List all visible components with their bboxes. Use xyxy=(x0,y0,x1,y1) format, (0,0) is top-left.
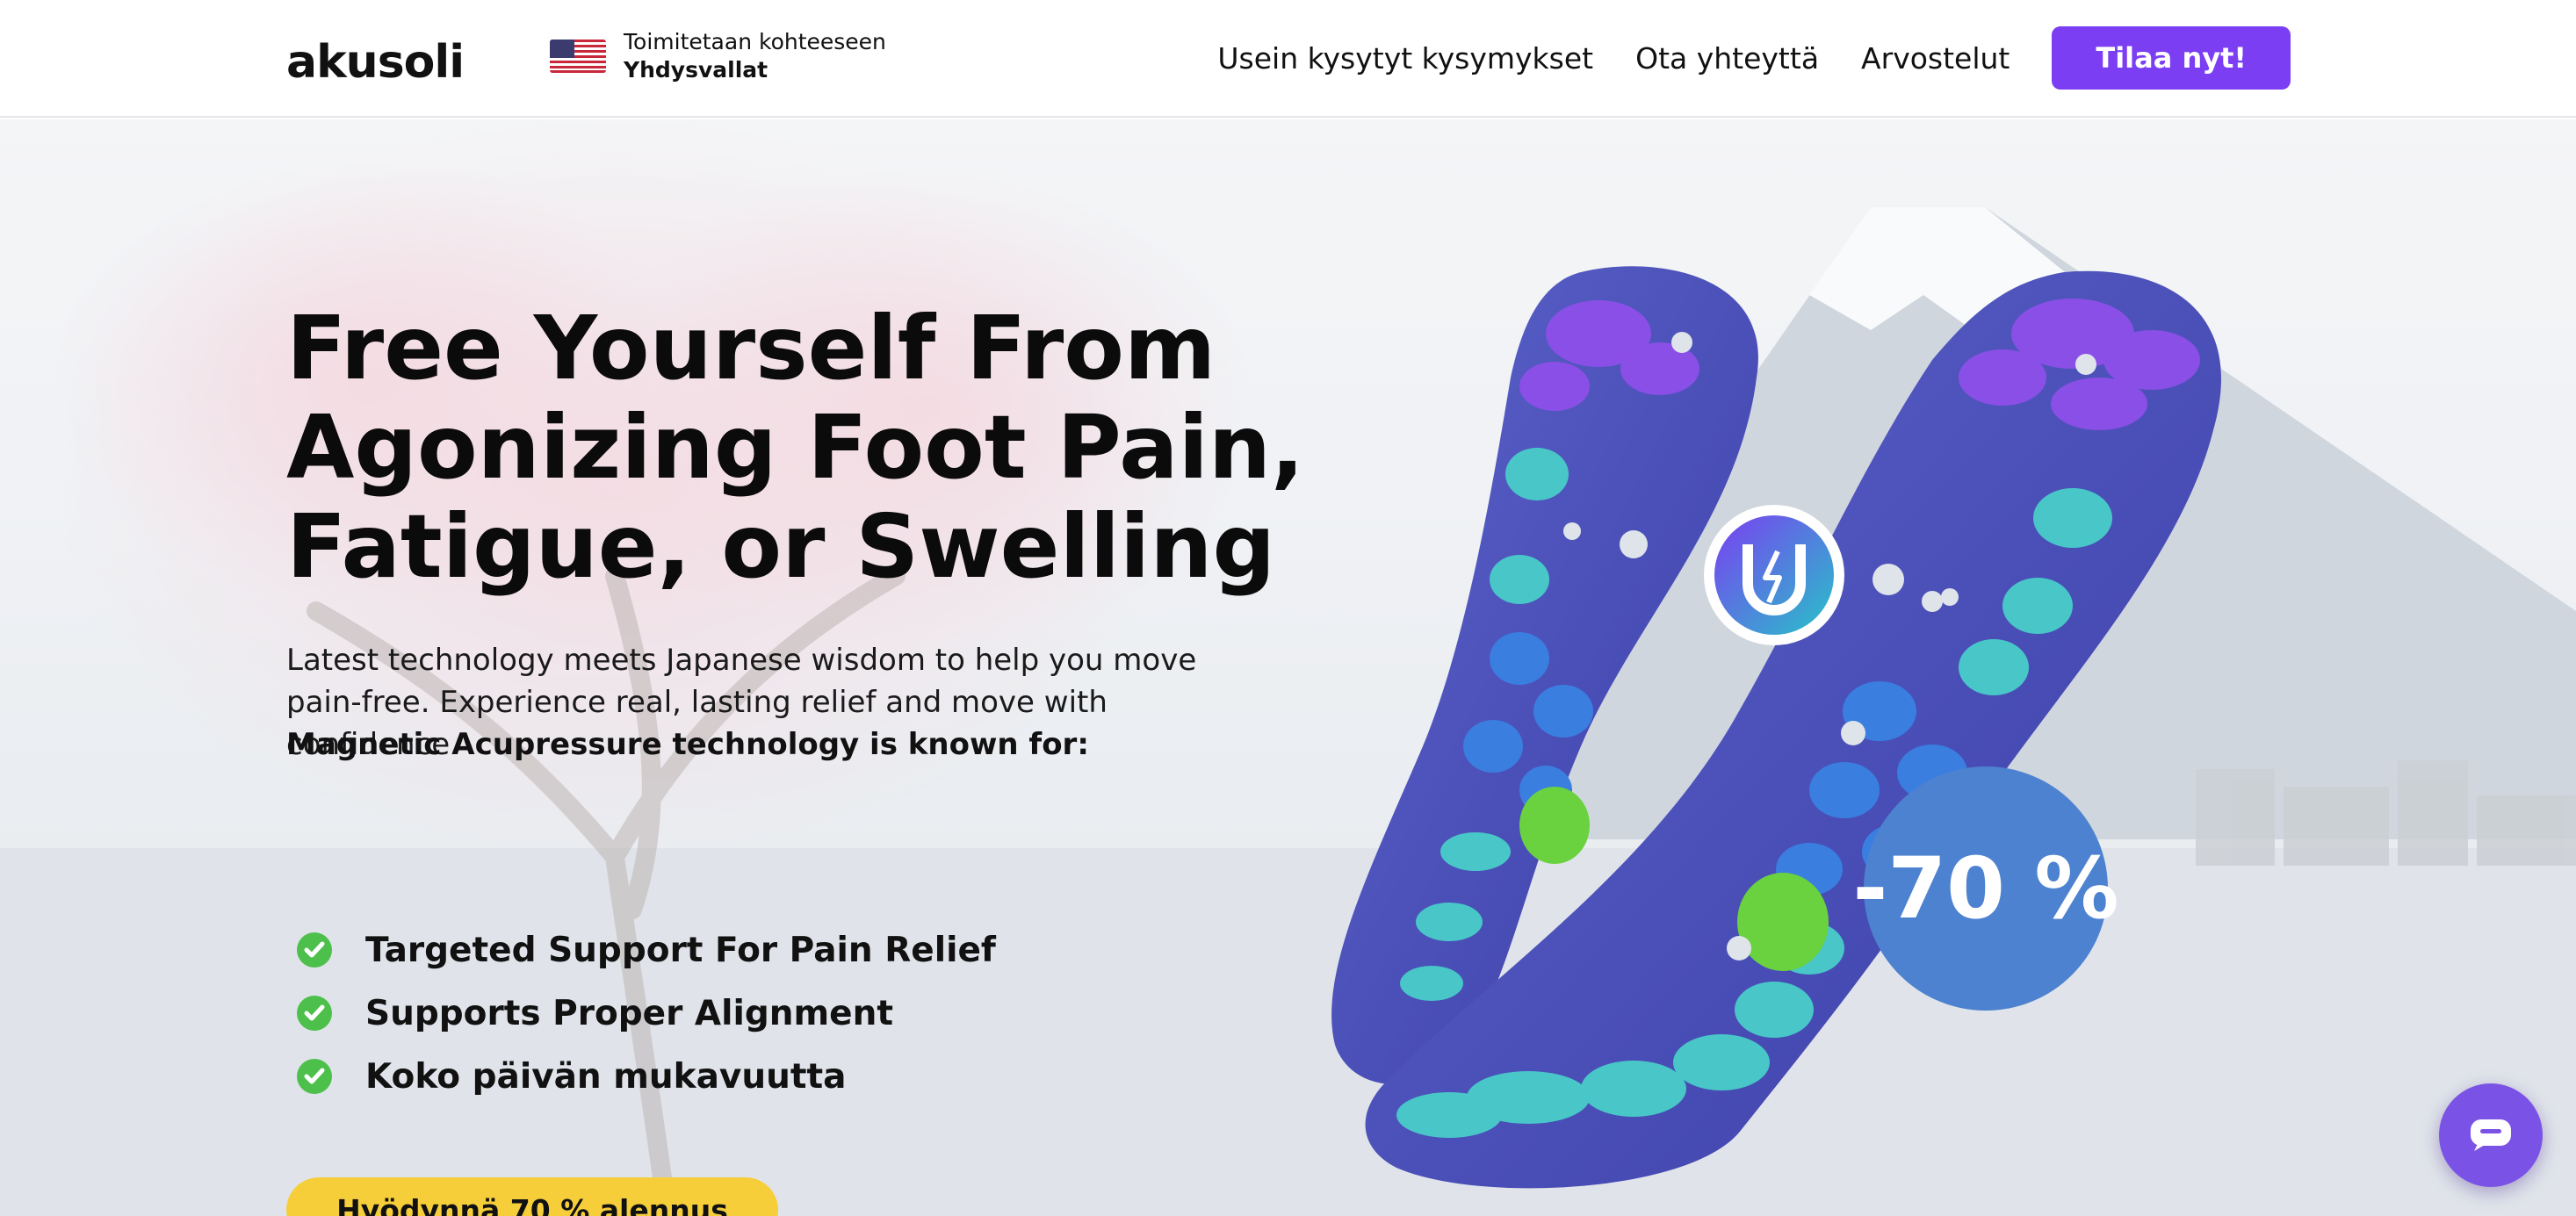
benefit-item: Targeted Support For Pain Relief xyxy=(295,918,996,982)
benefit-label: Targeted Support For Pain Relief xyxy=(365,930,996,970)
nav-link-reviews[interactable]: Arvostelut xyxy=(1861,41,2010,76)
brand-logo[interactable]: akusoli xyxy=(286,36,511,89)
claim-discount-button[interactable]: Hyödynnä 70 % alennus xyxy=(286,1177,778,1216)
check-badge-icon xyxy=(297,932,332,968)
benefit-item: Koko päivän mukavuutta xyxy=(295,1045,996,1108)
shipping-label: Toimitetaan kohteeseen xyxy=(624,29,886,54)
shipping-country: Yhdysvallat xyxy=(624,57,768,83)
svg-text:akusoli: akusoli xyxy=(286,39,464,83)
nav-link-contact[interactable]: Ota yhteyttä xyxy=(1635,41,1819,76)
benefits-list: Targeted Support For Pain Relief Support… xyxy=(295,918,996,1108)
nav-link-faq[interactable]: Usein kysytyt kysymykset xyxy=(1217,41,1593,76)
benefit-item: Supports Proper Alignment xyxy=(295,982,996,1045)
benefit-label: Supports Proper Alignment xyxy=(365,993,894,1033)
shipping-destination[interactable]: Toimitetaan kohteeseen Yhdysvallat xyxy=(550,28,886,84)
check-badge-icon xyxy=(297,996,332,1031)
insoles-product-image xyxy=(1331,266,2221,1189)
main-nav: Usein kysytyt kysymykset Ota yhteyttä Ar… xyxy=(1217,26,2291,90)
us-flag-icon xyxy=(550,40,606,73)
discount-badge: -70 % xyxy=(1852,766,2119,1011)
akusoli-logo-icon: akusoli xyxy=(286,36,465,89)
site-header: akusoli Toimitetaan kohteeseen Yhdysvall… xyxy=(0,0,2576,118)
chat-bubble-icon xyxy=(2471,1119,2511,1151)
chat-widget-button[interactable] xyxy=(2439,1083,2543,1187)
check-badge-icon xyxy=(297,1059,332,1094)
benefit-label: Koko päivän mukavuutta xyxy=(365,1056,847,1097)
hero-lead-bold: Magnetic Acupressure technology is known… xyxy=(286,727,1089,762)
hero-headline: Free Yourself From Agonizing Foot Pain, … xyxy=(286,297,1305,598)
discount-badge-text: -70 % xyxy=(1852,839,2119,938)
order-now-button[interactable]: Tilaa nyt! xyxy=(2052,26,2291,90)
